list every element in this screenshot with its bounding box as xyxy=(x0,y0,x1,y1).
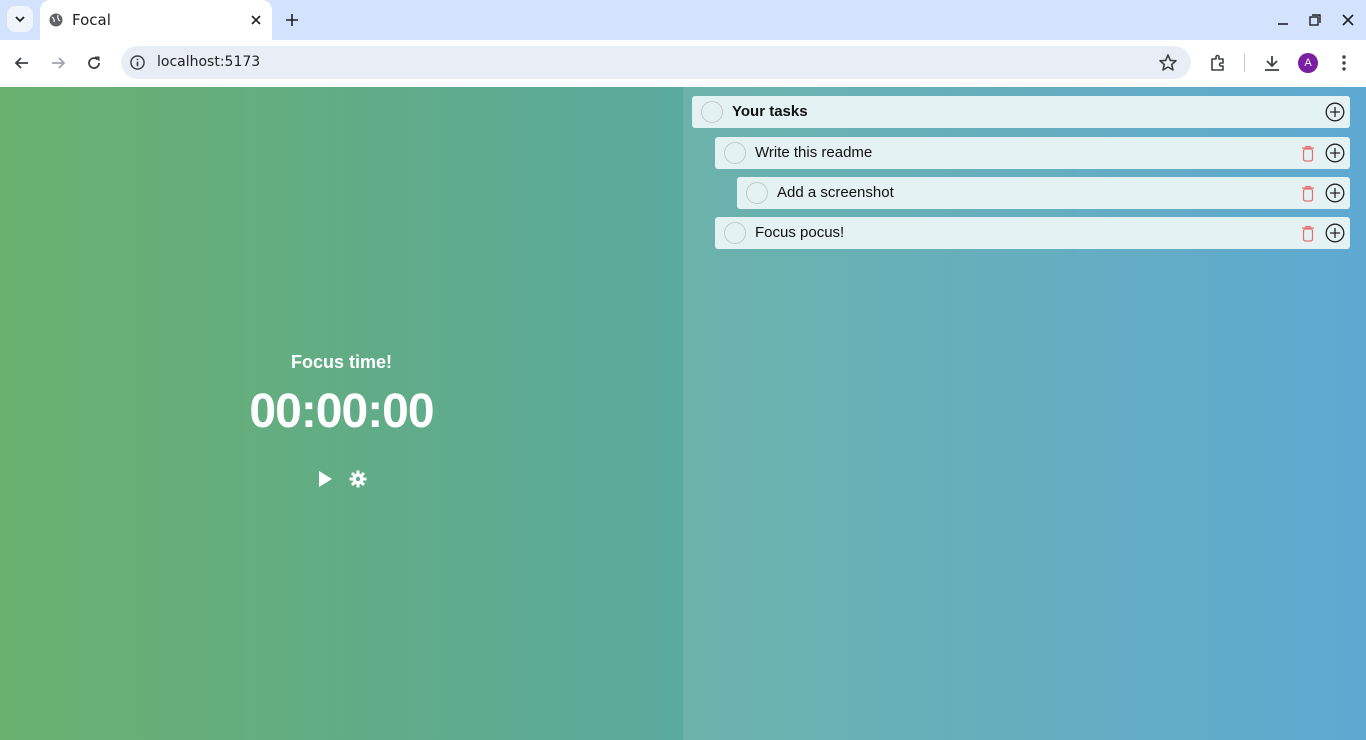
plus-circle-icon xyxy=(1325,102,1345,122)
task-label[interactable]: Your tasks xyxy=(732,103,808,120)
task-checkbox[interactable] xyxy=(724,222,746,244)
browser-menu-button[interactable] xyxy=(1333,52,1355,74)
settings-button[interactable] xyxy=(346,467,370,491)
delete-task-button[interactable] xyxy=(1299,184,1317,202)
plus-circle-icon xyxy=(1325,223,1345,243)
site-info-icon[interactable] xyxy=(130,55,145,70)
tab-search-button[interactable] xyxy=(7,6,33,32)
task-checkbox[interactable] xyxy=(724,142,746,164)
task-label[interactable]: Write this readme xyxy=(755,144,872,161)
restore-button[interactable] xyxy=(1305,10,1325,30)
timer-controls xyxy=(313,467,373,491)
extensions-button[interactable] xyxy=(1207,52,1229,74)
close-window-button[interactable] xyxy=(1338,10,1358,30)
reload-button[interactable] xyxy=(83,52,105,74)
tab-title: Focal xyxy=(72,11,111,29)
timer-display: 00:00:00 xyxy=(249,385,434,438)
trash-icon xyxy=(1302,185,1314,202)
play-button[interactable] xyxy=(313,467,337,491)
add-subtask-button[interactable] xyxy=(1325,102,1345,122)
timer-heading: Focus time! xyxy=(290,352,392,372)
task-item: Write this readme xyxy=(715,137,1350,169)
plus-icon xyxy=(286,14,298,26)
download-icon xyxy=(1265,56,1279,71)
task-checkbox[interactable] xyxy=(746,182,768,204)
arrow-right-icon xyxy=(52,57,66,69)
add-subtask-button[interactable] xyxy=(1325,143,1345,163)
bookmark-star-icon[interactable] xyxy=(1158,53,1178,73)
plus-circle-icon xyxy=(1325,143,1345,163)
toolbar-divider xyxy=(1244,54,1245,72)
arrow-left-icon xyxy=(14,57,28,69)
task-item: Add a screenshot xyxy=(737,177,1350,209)
tab-close-icon[interactable] xyxy=(248,12,264,28)
restore-icon xyxy=(1309,14,1321,26)
close-icon xyxy=(1342,14,1354,26)
url-text[interactable]: localhost:5173 xyxy=(157,54,260,70)
chevron-down-icon xyxy=(15,16,25,23)
back-button[interactable] xyxy=(11,52,33,74)
task-root: Your tasks xyxy=(692,96,1350,128)
task-label[interactable]: Focus pocus! xyxy=(755,224,844,241)
forward-button[interactable] xyxy=(47,52,69,74)
timer-pane: Focus time! 00:00:00 xyxy=(0,87,683,740)
plus-circle-icon xyxy=(1325,183,1345,203)
play-icon xyxy=(319,471,332,487)
gear-icon xyxy=(349,470,367,488)
trash-icon xyxy=(1302,225,1314,242)
trash-icon xyxy=(1302,145,1314,162)
add-subtask-button[interactable] xyxy=(1325,223,1345,243)
reload-icon xyxy=(88,56,100,69)
browser-tab[interactable]: Focal xyxy=(40,0,272,40)
new-tab-button[interactable] xyxy=(282,10,302,30)
profile-avatar[interactable]: A xyxy=(1298,53,1318,73)
task-checkbox[interactable] xyxy=(701,101,723,123)
globe-icon xyxy=(49,13,63,27)
task-item: Focus pocus! xyxy=(715,217,1350,249)
tasks-pane: Your tasks Write this readme Add a scree… xyxy=(683,87,1366,740)
browser-tab-strip: Focal xyxy=(0,0,1366,40)
minimize-icon xyxy=(1278,23,1288,25)
delete-task-button[interactable] xyxy=(1299,144,1317,162)
task-label[interactable]: Add a screenshot xyxy=(777,184,894,201)
add-subtask-button[interactable] xyxy=(1325,183,1345,203)
address-bar[interactable]: localhost:5173 xyxy=(121,46,1191,79)
puzzle-icon xyxy=(1211,54,1224,71)
delete-task-button[interactable] xyxy=(1299,224,1317,242)
focal-app: Focus time! 00:00:00 Your tasks Write th… xyxy=(0,87,1366,740)
kebab-menu-icon xyxy=(1342,55,1346,71)
browser-toolbar: localhost:5173 A xyxy=(0,40,1366,87)
downloads-button[interactable] xyxy=(1261,52,1283,74)
minimize-button[interactable] xyxy=(1273,10,1293,30)
